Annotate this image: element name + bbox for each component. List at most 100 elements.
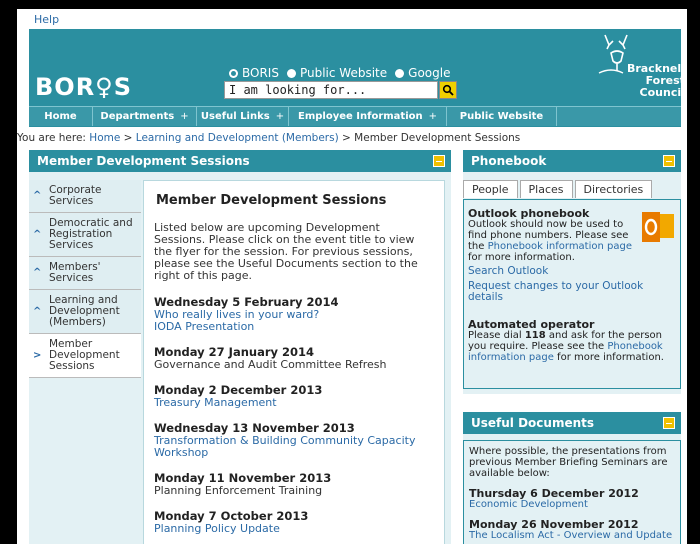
sidebar-item-label: Learning and Development (Members) (49, 294, 120, 328)
breadcrumb-current: Member Development Sessions (354, 132, 521, 144)
tab-people[interactable]: People (463, 180, 518, 198)
event-title: Governance and Audit Committee Refresh (154, 358, 387, 371)
event-link[interactable]: Treasury Management (154, 397, 434, 409)
event-link[interactable]: Planning Policy Update (154, 523, 434, 535)
sidebar-item-democratic-services[interactable]: ^ Democratic and Registration Services (29, 213, 141, 257)
nav-label: Home (44, 111, 77, 122)
document-date: Thursday 6 December 2012 (469, 487, 639, 500)
useful-documents-title: Useful Documents (471, 416, 595, 430)
council-name: Bracknell Forest Council (627, 63, 685, 99)
tab-directories[interactable]: Directories (574, 180, 653, 198)
useful-documents-intro: Where possible, the presentations from p… (469, 446, 668, 479)
operator-number: 118 (524, 330, 546, 341)
nav-home[interactable]: Home (29, 107, 93, 126)
boris-logo[interactable]: BOR♀S (35, 73, 132, 101)
operator-text: Please dial (468, 330, 525, 341)
outlook-icon (640, 210, 676, 244)
radio-label: BORIS (242, 66, 279, 80)
search-scope-radios: BORIS Public Website Google (229, 66, 450, 80)
document-link[interactable]: Economic Development (469, 499, 675, 510)
breadcrumb: You are here: Home > Learning and Develo… (17, 132, 520, 144)
event-link[interactable]: Transformation & Building Community Capa… (154, 435, 434, 459)
event-link[interactable]: IODA Presentation (154, 321, 434, 333)
sidebar-item-label: Member Development Sessions (49, 338, 120, 372)
useful-documents-header: Useful Documents (463, 412, 681, 434)
operator-text: for more information. (553, 352, 664, 363)
chevron-up-icon: ^ (33, 305, 42, 317)
search-outlook-link[interactable]: Search Outlook (468, 266, 676, 277)
event-title: Planning Enforcement Training (154, 484, 323, 497)
tab-places[interactable]: Places (519, 180, 573, 198)
phonebook-info-link[interactable]: Phonebook information page (488, 241, 632, 252)
council-logo[interactable]: Bracknell Forest Council (597, 31, 685, 99)
event-item: Wednesday 13 November 2013 Transformatio… (154, 422, 434, 459)
breadcrumb-home[interactable]: Home (89, 132, 120, 144)
intro-text: Listed below are upcoming Development Se… (154, 221, 418, 282)
nav-label: Useful Links (200, 111, 270, 122)
chevron-up-icon: ^ (33, 228, 42, 240)
operator-description: Please dial 118 and ask for the person y… (468, 330, 676, 363)
help-strip: Help (29, 9, 681, 29)
breadcrumb-learning[interactable]: Learning and Development (Members) (136, 132, 339, 144)
document-link[interactable]: The Localism Act - Overview and Update (469, 530, 675, 541)
section-nav: ^ Corporate Services ^ Democratic and Regi… (29, 180, 141, 378)
document-date: Monday 26 November 2012 (469, 518, 639, 531)
sidebar-item-label: Corporate Services (49, 184, 102, 207)
operator-title: Automated operator (468, 318, 595, 331)
help-link[interactable]: Help (34, 13, 59, 26)
outlook-graphic (642, 212, 674, 242)
main-panel-title: Member Development Sessions (37, 154, 250, 168)
nav-employee-information[interactable]: Employee Information + (289, 107, 447, 126)
sidebar-item-learning-development[interactable]: ^ Learning and Development (Members) (29, 290, 141, 334)
council-line: Council (639, 86, 685, 99)
sidebar-item-members-services[interactable]: ^ Members' Services (29, 257, 141, 290)
main-panel-body: ^ Corporate Services ^ Democratic and Regi… (29, 172, 451, 544)
breadcrumb-separator: > (120, 132, 136, 144)
nav-label: Departments (100, 111, 175, 122)
expand-icon: + (275, 111, 285, 122)
useful-documents-content: Where possible, the presentations from p… (463, 440, 681, 544)
expand-icon: + (428, 111, 438, 122)
main-nav: Home Departments + Useful Links + Employee… (29, 106, 681, 126)
event-item: Monday 2 December 2013 Treasury Manageme… (154, 384, 434, 409)
nav-public-website[interactable]: Public Website (447, 107, 557, 126)
nav-label: Employee Information (297, 111, 423, 122)
radio-google[interactable]: Google (395, 66, 450, 80)
chevron-up-icon: ^ (33, 267, 42, 278)
sidebar-item-label: Democratic and Registration Services (49, 217, 133, 251)
sidebar-item-label: Members' Services (49, 261, 101, 284)
search-button[interactable] (439, 81, 457, 99)
breadcrumb-separator: > (338, 132, 355, 144)
chevron-up-icon: ^ (33, 190, 42, 201)
sidebar-item-member-development-sessions[interactable]: > Member Development Sessions (29, 334, 141, 378)
phonebook-content: Outlook phonebook Outlook should now be … (463, 199, 681, 389)
phonebook-header: Phonebook (463, 150, 681, 172)
radio-unselected-icon (395, 68, 405, 78)
sidebar-item-corporate-services[interactable]: ^ Corporate Services (29, 180, 141, 213)
collapse-icon[interactable] (433, 155, 445, 167)
phonebook-title: Phonebook (471, 154, 547, 168)
radio-boris[interactable]: BORIS (229, 66, 279, 80)
request-changes-link[interactable]: Request changes to your Outlook details (468, 281, 676, 303)
collapse-icon[interactable] (663, 155, 675, 167)
event-item: Wednesday 5 February 2014 Who really liv… (154, 296, 434, 333)
main-panel-header: Member Development Sessions (29, 150, 451, 172)
site-header: Help BOR♀S BORIS Public Website Google I… (29, 9, 685, 127)
search-icon (442, 84, 454, 96)
phonebook-tabs: People Places Directories (463, 180, 681, 198)
useful-documents-panel: Where possible, the presentations from p… (463, 434, 681, 544)
collapse-icon[interactable] (663, 417, 675, 429)
nav-departments[interactable]: Departments + (93, 107, 197, 126)
expand-icon: + (180, 111, 189, 122)
radio-label: Google (408, 66, 451, 80)
search-input[interactable]: I am looking for... (224, 81, 438, 99)
phonebook-panel: People Places Directories Outlook phoneb… (463, 172, 681, 394)
radio-unselected-icon (286, 68, 296, 78)
nav-useful-links[interactable]: Useful Links + (197, 107, 289, 126)
radio-selected-icon (229, 68, 238, 78)
page: Help BOR♀S BORIS Public Website Google I… (17, 9, 687, 544)
breadcrumb-prefix: You are here: (17, 132, 90, 144)
content-area: Member Development Sessions Listed below… (143, 180, 445, 544)
radio-public-website[interactable]: Public Website (286, 66, 388, 80)
radio-label: Public Website (299, 66, 388, 80)
